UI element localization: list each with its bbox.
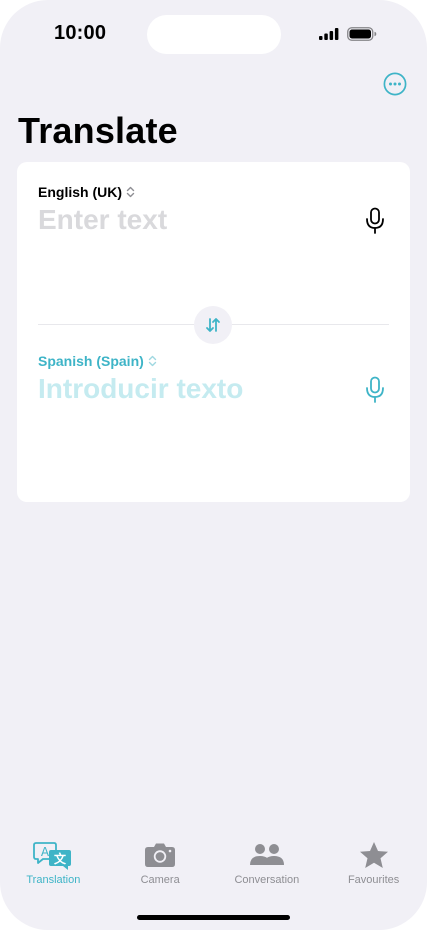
- swap-languages-button[interactable]: [194, 306, 232, 344]
- more-options-icon: [383, 72, 407, 96]
- tab-label: Camera: [140, 874, 180, 886]
- tab-label: Translation: [26, 874, 81, 886]
- dynamic-island: [147, 15, 281, 54]
- tab-bar: A 文 Translation Camera Conversation Favo…: [0, 838, 427, 898]
- svg-text:A: A: [41, 845, 50, 859]
- star-icon: [359, 838, 389, 872]
- translation-card: English (UK) Spanish (Spain): [17, 162, 410, 502]
- status-time: 10:00: [54, 22, 107, 44]
- battery-icon: [347, 27, 377, 41]
- tab-translation[interactable]: A 文 Translation: [0, 838, 107, 898]
- target-language-label: Spanish (Spain): [38, 353, 144, 369]
- camera-icon: [144, 838, 176, 872]
- source-microphone-button[interactable]: [364, 207, 386, 235]
- source-text-input[interactable]: [38, 204, 338, 236]
- conversation-icon: [249, 838, 285, 872]
- tab-camera[interactable]: Camera: [107, 838, 214, 898]
- tab-label: Conversation: [234, 874, 300, 886]
- target-language-selector[interactable]: Spanish (Spain): [38, 353, 157, 369]
- phone-screen: 10:00 Translate English (UK) Enter text …: [0, 0, 427, 930]
- chevron-up-down-icon: [148, 355, 156, 367]
- status-icons: [319, 26, 377, 42]
- home-indicator: [137, 915, 290, 920]
- chevron-up-down-icon: [126, 186, 135, 198]
- microphone-icon: [366, 207, 384, 234]
- status-bar: 10:00: [0, 0, 427, 68]
- more-options-button[interactable]: [383, 72, 407, 96]
- target-microphone-button[interactable]: [364, 376, 386, 404]
- svg-text:文: 文: [54, 851, 67, 866]
- source-language-selector[interactable]: English (UK): [38, 184, 135, 200]
- tab-label: Favourites: [347, 874, 400, 886]
- source-language-label: English (UK): [38, 184, 122, 200]
- target-text-input[interactable]: [38, 373, 338, 405]
- page-title: Translate: [18, 110, 178, 151]
- swap-arrows-icon: [206, 318, 220, 332]
- cellular-signal-icon: [319, 28, 339, 40]
- translation-icon: A 文: [33, 838, 73, 872]
- tab-conversation[interactable]: Conversation: [214, 838, 321, 898]
- tab-favourites[interactable]: Favourites: [320, 838, 427, 898]
- microphone-icon: [366, 376, 384, 403]
